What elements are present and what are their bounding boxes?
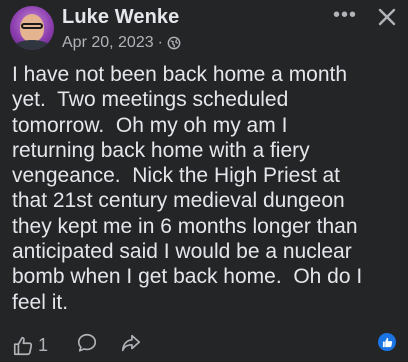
thumbs-up-icon — [382, 337, 392, 347]
post-date[interactable]: Apr 20, 2023 — [62, 34, 154, 52]
thumbs-up-icon — [13, 336, 33, 355]
author-name[interactable]: Luke Wenke — [62, 6, 179, 29]
globe-icon[interactable] — [167, 36, 181, 50]
avatar-glasses — [21, 23, 43, 29]
like-button[interactable]: 1 — [12, 335, 48, 357]
like-reaction-icon[interactable] — [378, 333, 396, 351]
share-button[interactable] — [120, 332, 142, 359]
like-count[interactable]: 1 — [38, 335, 48, 356]
post-actions: 1 — [12, 332, 142, 359]
more-options-icon: ••• — [332, 4, 357, 26]
close-icon[interactable] — [374, 4, 400, 30]
post-meta: Apr 20, 2023 · — [62, 34, 181, 52]
comment-icon — [77, 333, 97, 352]
more-options-button[interactable]: ••• — [332, 4, 358, 30]
share-icon — [121, 334, 141, 352]
meta-separator: · — [157, 34, 163, 51]
comment-button[interactable] — [76, 332, 98, 359]
post-text: I have not been back home a month yet. T… — [12, 63, 363, 314]
author-avatar[interactable] — [10, 6, 54, 50]
avatar-shirt — [14, 40, 50, 50]
